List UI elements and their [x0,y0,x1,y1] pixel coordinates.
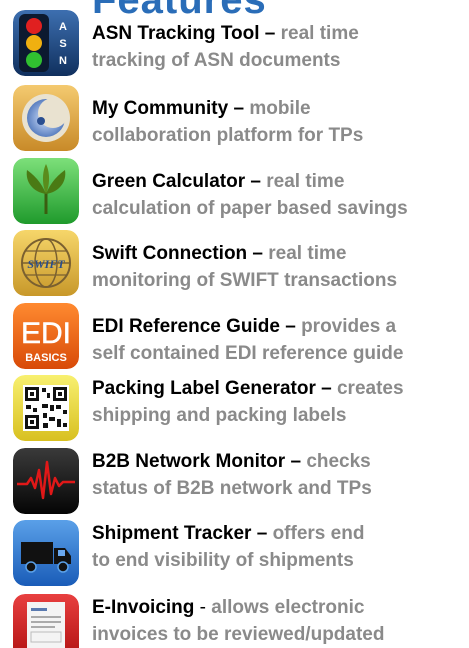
icon-letter-a: A [59,21,67,33]
separator: – [279,316,302,337]
separator: – [247,243,269,264]
app-desc-line2: status of B2B network and TPs [92,478,372,499]
app-desc-line2: tracking of ASN documents [92,50,341,71]
separator: – [245,171,267,192]
app-desc-line2: collaboration platform for TPs [92,125,364,146]
invoice-document-icon[interactable] [13,594,79,648]
separator: – [251,523,273,544]
heartbeat-monitor-icon[interactable] [13,448,79,514]
app-title: Swift Connection [92,243,248,264]
app-desc-line1: allows electronic [211,597,365,618]
crescent-moon-icon[interactable] [13,85,79,151]
app-title: Shipment Tracker [92,523,252,544]
app-description: Green Calculator – real time calculation… [92,168,467,222]
app-desc-line1: provides a [301,316,397,337]
app-desc-line1: real time [268,243,347,264]
swift-globe-icon[interactable]: SWIFT [13,230,79,296]
app-desc-line1: real time [266,171,345,192]
separator: – [259,23,281,44]
app-desc-line2: invoices to be reviewed/updated [92,624,385,645]
app-desc-line2: self contained EDI reference guide [92,343,404,364]
green-leaf-icon[interactable] [13,158,79,224]
app-description: E-Invoicing - allows electronic invoices… [92,594,467,648]
app-title: My Community [92,98,229,119]
app-desc-line1: real time [280,23,359,44]
qr-code-icon[interactable] [13,375,79,441]
edi-basics-icon[interactable]: EDI BASICS [13,303,79,369]
separator: – [315,378,337,399]
app-desc-line1: offers end [272,523,365,544]
app-desc-line2: monitoring of SWIFT transactions [92,270,398,291]
app-title: Green Calculator [92,171,246,192]
app-title: EDI Reference Guide [92,316,280,337]
app-description: Shipment Tracker – offers end to end vis… [92,520,467,574]
app-desc-line2: calculation of paper based savings [92,198,408,219]
app-desc-line1: checks [306,451,371,472]
app-description: My Community – mobile collaboration plat… [92,95,467,149]
app-description: ASN Tracking Tool – real time tracking o… [92,20,467,74]
app-title: ASN Tracking Tool [92,23,260,44]
icon-sublabel: BASICS [25,352,67,364]
icon-letter-n: N [59,55,67,67]
app-description: B2B Network Monitor – checks status of B… [92,448,467,502]
separator: – [228,98,250,119]
app-title: B2B Network Monitor [92,451,286,472]
app-desc-line1: creates [336,378,404,399]
app-title: E-Invoicing [92,597,195,618]
separator: – [285,451,307,472]
app-title: Packing Label Generator [92,378,316,399]
app-desc-line2: to end visibility of shipments [92,550,354,571]
icon-label: SWIFT [27,257,65,271]
traffic-light-asn-icon[interactable]: A S N [13,10,79,76]
icon-label: EDI [21,317,71,350]
app-description: Packing Label Generator – creates shippi… [92,375,467,429]
app-desc-line2: shipping and packing labels [92,405,347,426]
truck-icon[interactable] [13,520,79,586]
app-desc-line1: mobile [249,98,311,119]
app-description: Swift Connection – real time monitoring … [92,240,467,294]
icon-letter-s: S [59,38,66,50]
app-description: EDI Reference Guide – provides a self co… [92,313,467,367]
separator: - [194,597,212,618]
